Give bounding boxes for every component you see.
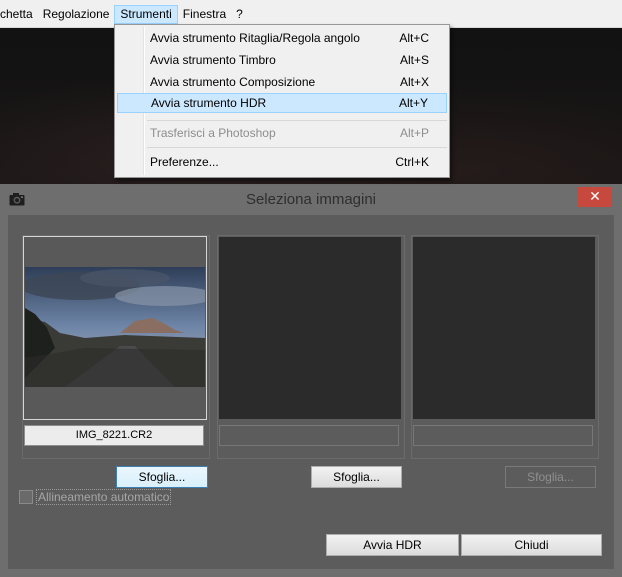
landscape-thumbnail: [25, 238, 205, 418]
browse-button-2[interactable]: Sfoglia...: [311, 466, 402, 488]
menu-item-label: Preferenze...: [150, 155, 219, 169]
menu-strumenti[interactable]: Strumenti: [114, 4, 178, 24]
menu-item-shortcut: Alt+S: [399, 53, 429, 67]
menu-item-composite-tool[interactable]: Avvia strumento Composizione Alt+X: [117, 72, 447, 92]
menu-item-shortcut: Alt+P: [399, 126, 429, 140]
menu-separator: [147, 120, 447, 121]
filename-field: IMG_8221.CR2: [24, 425, 204, 446]
image-slot-1: IMG_8221.CR2: [22, 235, 210, 459]
menu-item-preferences[interactable]: Preferenze... Ctrl+K: [117, 152, 447, 172]
menu-item-label: Avvia strumento Ritaglia/Regola angolo: [150, 31, 360, 45]
menu-item-crop-tool[interactable]: Avvia strumento Ritaglia/Regola angolo A…: [117, 28, 447, 48]
menu-item-label: Avvia strumento Timbro: [150, 53, 276, 67]
close-button[interactable]: Chiudi: [461, 534, 602, 556]
menu-item-hdr-tool[interactable]: Avvia strumento HDR Alt+Y: [117, 93, 447, 113]
menu-item-transfer-photoshop: Trasferisci a Photoshop Alt+P: [117, 123, 447, 143]
browse-button-3: Sfoglia...: [505, 466, 596, 488]
menu-regolazione[interactable]: Regolazione: [38, 5, 115, 24]
start-hdr-button[interactable]: Avvia HDR: [326, 534, 459, 556]
strumenti-dropdown: Avvia strumento Ritaglia/Regola angolo A…: [114, 24, 450, 178]
filename-field: [219, 425, 399, 446]
empty-image-slot[interactable]: [413, 237, 595, 419]
browse-button-1[interactable]: Sfoglia...: [116, 466, 208, 488]
auto-align-label: Allineamento automatico: [36, 489, 172, 505]
close-icon[interactable]: ✕: [578, 187, 612, 207]
menu-item-label: Avvia strumento HDR: [151, 96, 267, 110]
menu-item-label: Trasferisci a Photoshop: [150, 126, 276, 140]
menu-help[interactable]: ?: [231, 5, 248, 24]
empty-image-slot[interactable]: [219, 237, 401, 419]
menu-item-label: Avvia strumento Composizione: [150, 75, 316, 89]
menu-item-shortcut: Alt+C: [399, 31, 429, 45]
image-slot-2: [217, 235, 405, 459]
auto-align-checkbox: [19, 490, 33, 504]
select-images-dialog: Seleziona immagini ✕ IMG_8221.CR2 Sfogli…: [0, 184, 622, 577]
image-thumbnail-frame[interactable]: [23, 236, 207, 420]
filename-field: [413, 425, 593, 446]
menu-separator: [147, 147, 447, 148]
menu-finestra[interactable]: Finestra: [178, 5, 231, 24]
menu-item-shortcut: Ctrl+K: [395, 155, 429, 169]
image-slot-3: [411, 235, 599, 459]
dialog-client: IMG_8221.CR2 Sfoglia... Sfoglia... Sfogl…: [8, 215, 614, 569]
menu-item-stamp-tool[interactable]: Avvia strumento Timbro Alt+S: [117, 50, 447, 70]
dialog-title: Seleziona immagini: [245, 191, 377, 208]
dialog-titlebar[interactable]: Seleziona immagini ✕: [0, 184, 622, 215]
menu-item-shortcut: Alt+X: [399, 75, 429, 89]
auto-align-checkbox-row: Allineamento automatico: [19, 488, 172, 506]
menu-etichetta[interactable]: chetta: [0, 5, 38, 24]
menu-item-shortcut: Alt+Y: [398, 96, 428, 110]
